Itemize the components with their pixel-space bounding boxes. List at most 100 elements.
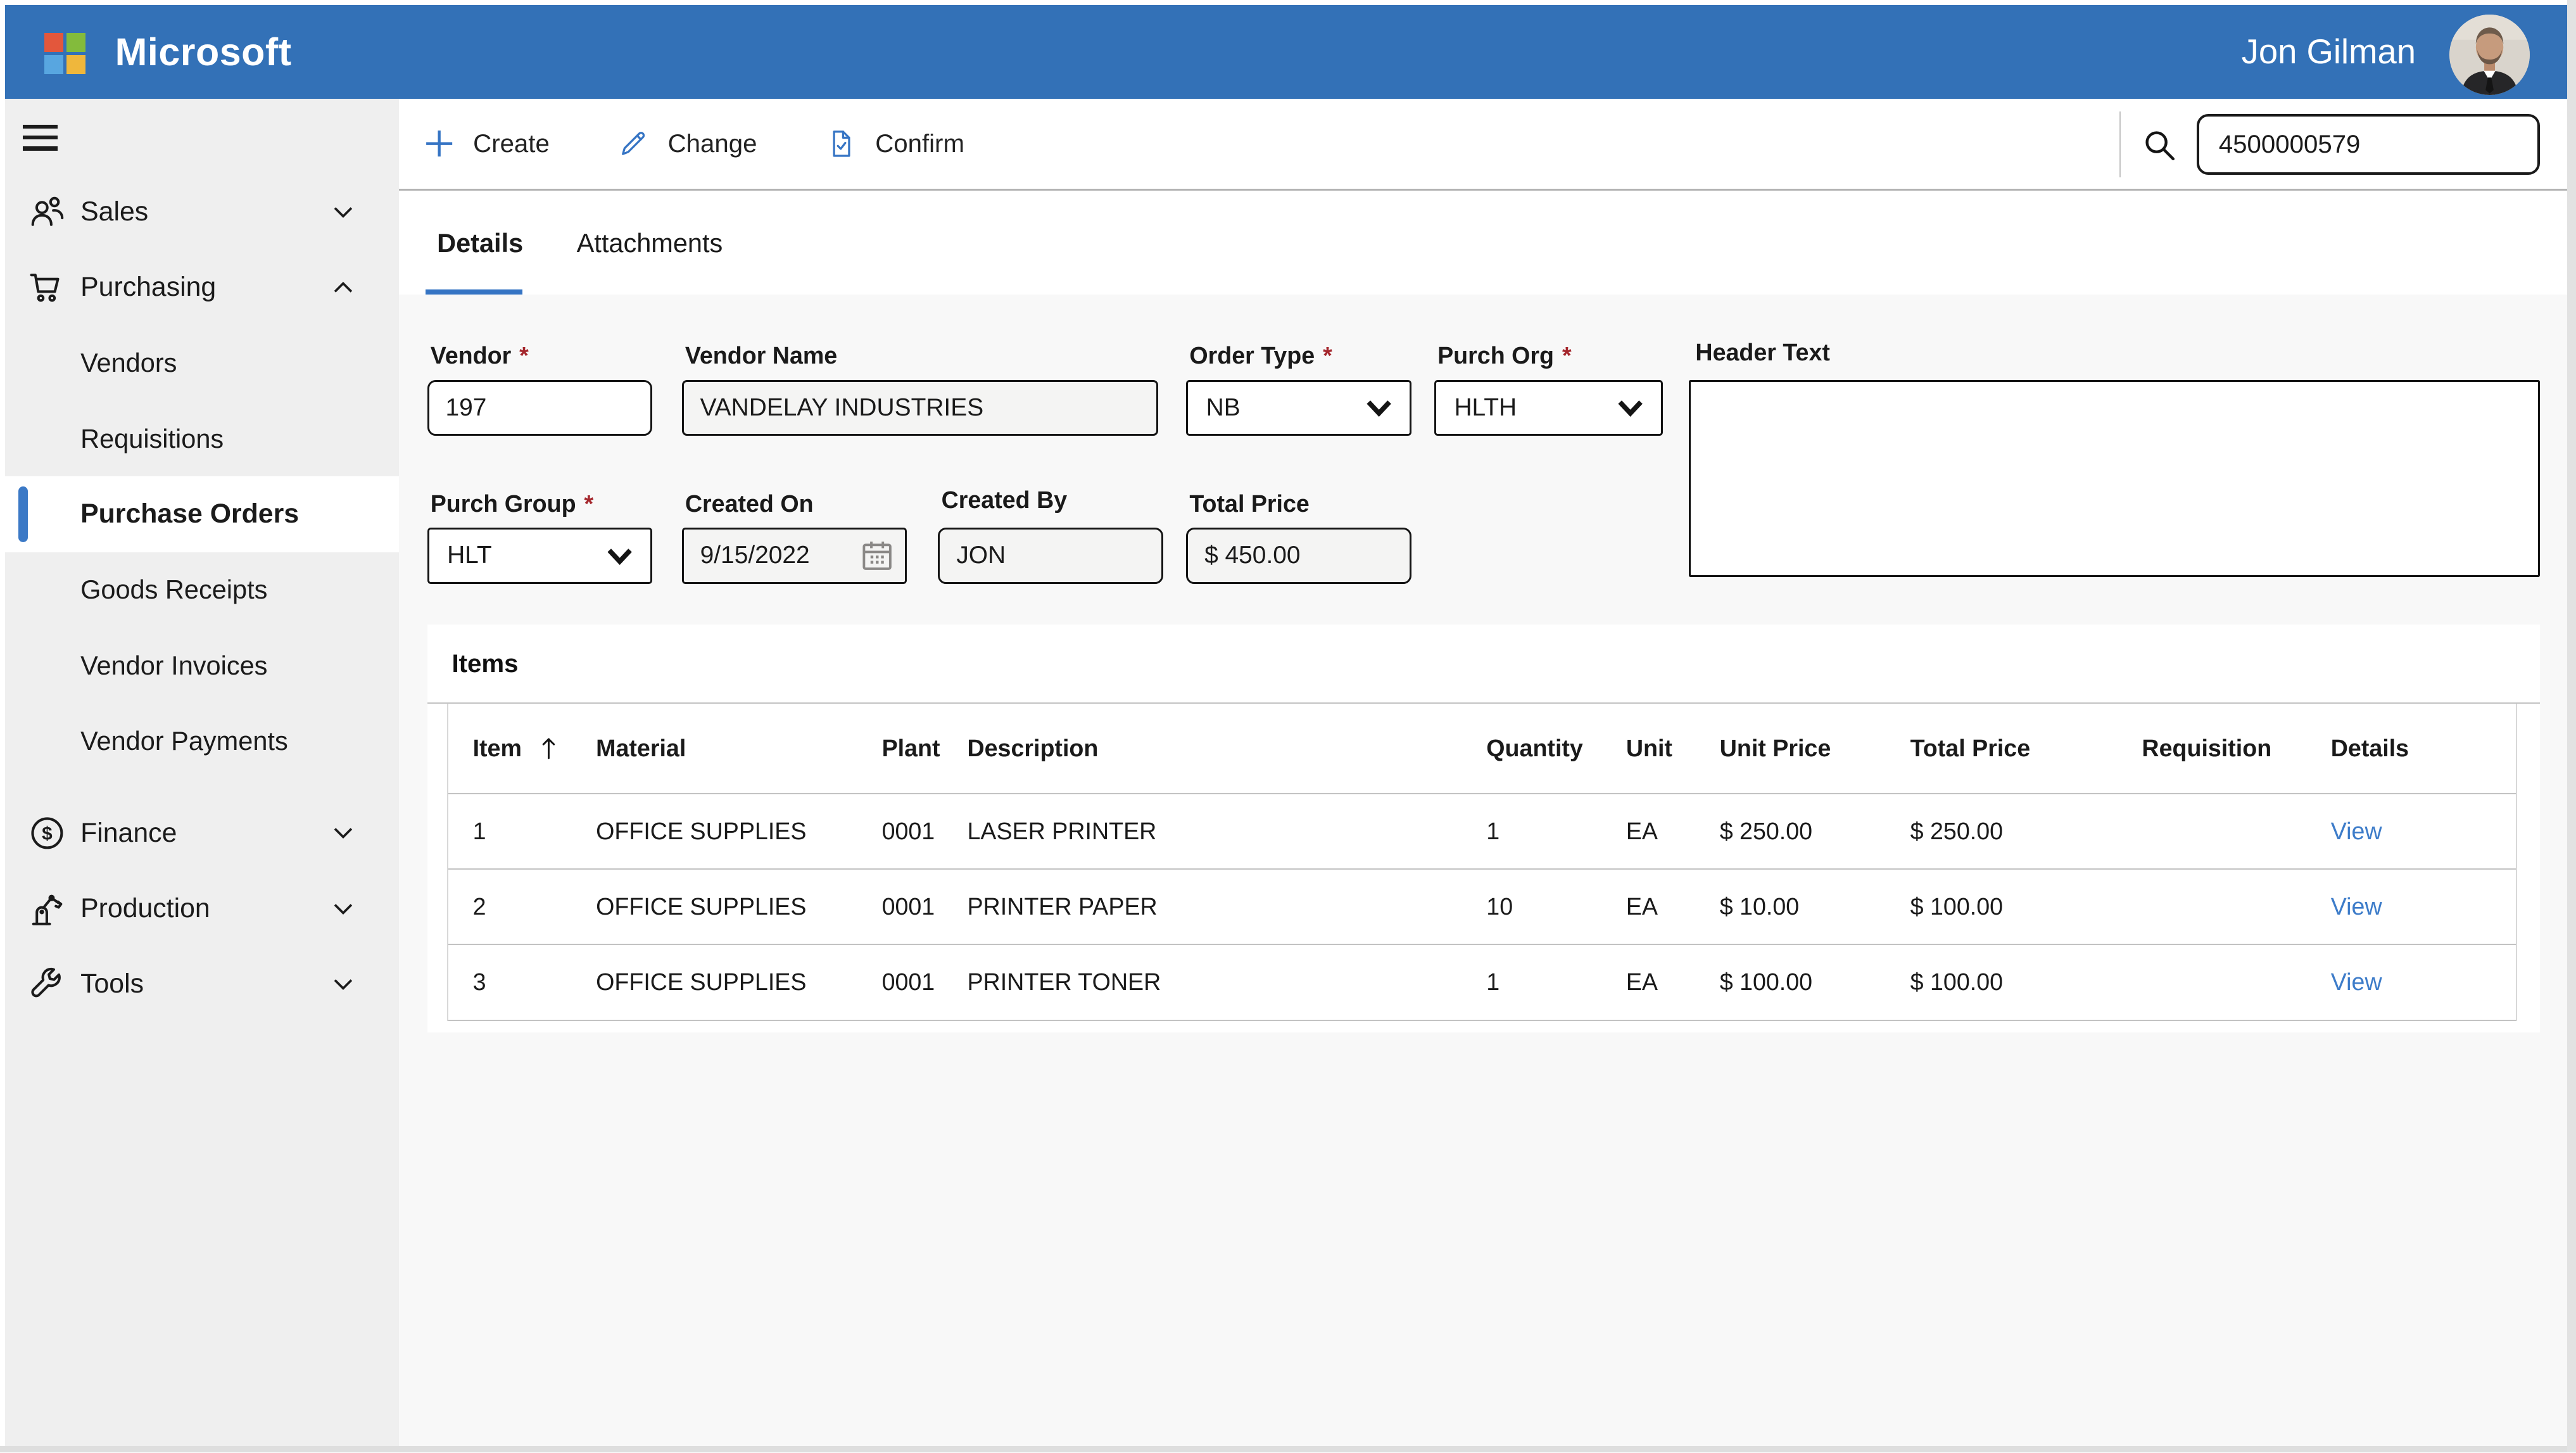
cell-plant: 0001: [882, 968, 968, 996]
selected-indicator: [18, 486, 28, 542]
chevron-down-icon: [327, 196, 360, 229]
cell-material: OFFICE SUPPLIES: [596, 968, 881, 996]
sidebar-item-label: Purchase Orders: [80, 498, 299, 530]
chevron-up-icon: [327, 271, 360, 304]
table-row: 1 OFFICE SUPPLIES 0001 LASER PRINTER 1 E…: [448, 794, 2516, 870]
confirm-button[interactable]: Confirm: [824, 127, 964, 160]
sidebar-item-purchasing[interactable]: Purchasing: [5, 250, 400, 325]
logo-square-green: [66, 33, 85, 52]
brand-title: Microsoft: [115, 5, 292, 99]
column-header-description[interactable]: Description: [967, 735, 1486, 762]
view-details-link[interactable]: View: [2331, 818, 2518, 845]
required-marker: *: [1562, 342, 1572, 369]
search-icon[interactable]: [2141, 127, 2177, 163]
purch-org-select[interactable]: HLTH: [1434, 380, 1663, 436]
required-marker: *: [519, 342, 529, 369]
create-button-label: Create: [473, 129, 550, 158]
view-details-link[interactable]: View: [2331, 893, 2518, 920]
sidebar-item-goods-receipts[interactable]: Goods Receipts: [5, 552, 400, 628]
items-card-header: Items: [427, 625, 2540, 704]
sidebar-item-vendor-invoices[interactable]: Vendor Invoices: [5, 628, 400, 703]
column-header-unit[interactable]: Unit: [1626, 735, 1720, 762]
sidebar-item-vendors[interactable]: Vendors: [5, 326, 400, 401]
table-row: 2 OFFICE SUPPLIES 0001 PRINTER PAPER 10 …: [448, 870, 2516, 945]
sidebar-item-label: Vendor Invoices: [80, 650, 267, 681]
document-check-icon: [824, 127, 857, 160]
column-header-total-price[interactable]: Total Price: [1910, 735, 2142, 762]
avatar[interactable]: [2449, 15, 2530, 95]
chevron-down-icon: [327, 816, 360, 849]
sidebar-item-label: Tools: [80, 968, 144, 999]
sidebar-item-production[interactable]: Production: [5, 871, 400, 946]
change-button[interactable]: Change: [617, 127, 757, 160]
items-card: Items Item Material Plant Description: [427, 625, 2540, 1032]
required-marker: *: [1323, 342, 1332, 369]
app-window: Microsoft Jon Gilman: [0, 0, 2576, 1452]
column-header-item[interactable]: Item: [448, 734, 596, 762]
sidebar-item-purchase-orders[interactable]: Purchase Orders: [5, 476, 400, 552]
search-input[interactable]: [2197, 114, 2540, 175]
cell-quantity: 1: [1486, 818, 1626, 845]
logo-square-yellow: [66, 55, 85, 74]
chevron-down-icon: [1363, 392, 1394, 423]
plus-icon: [424, 128, 455, 159]
cell-unit: EA: [1626, 818, 1720, 845]
confirm-button-label: Confirm: [875, 129, 964, 158]
cell-item: 2: [448, 893, 596, 920]
tab-attachments[interactable]: Attachments: [577, 191, 723, 289]
cell-unit-price: $ 10.00: [1720, 893, 1910, 920]
tab-details[interactable]: Details: [426, 191, 534, 289]
tab-label: Details: [437, 228, 523, 258]
column-header-details[interactable]: Details: [2331, 735, 2518, 762]
user-name: Jon Gilman: [2242, 5, 2416, 99]
create-button[interactable]: Create: [424, 128, 549, 159]
sidebar-item-label: Sales: [80, 196, 148, 227]
sidebar-item-label: Purchasing: [80, 272, 216, 303]
cell-unit-price: $ 250.00: [1720, 818, 1910, 845]
header-text-field[interactable]: [1689, 380, 2540, 577]
column-header-material[interactable]: Material: [596, 735, 881, 762]
sort-ascending-icon: [536, 734, 561, 762]
vendor-label: Vendor*: [431, 342, 529, 369]
table-header-row: Item Material Plant Description Quantity…: [448, 704, 2516, 794]
items-table: Item Material Plant Description Quantity…: [447, 704, 2517, 1021]
created-by-label: Created By: [942, 486, 1068, 514]
column-header-plant[interactable]: Plant: [882, 735, 968, 762]
table-row: 3 OFFICE SUPPLIES 0001 PRINTER TONER 1 E…: [448, 945, 2516, 1020]
main-area: Create Change Confirm: [399, 99, 2567, 1446]
cell-material: OFFICE SUPPLIES: [596, 893, 881, 920]
purch-group-select[interactable]: HLT: [427, 528, 652, 583]
total-price-label: Total Price: [1189, 490, 1310, 517]
sidebar-item-tools[interactable]: Tools: [5, 946, 400, 1022]
cell-total-price: $ 100.00: [1910, 893, 2142, 920]
cell-description: PRINTER PAPER: [967, 893, 1486, 920]
order-type-select[interactable]: NB: [1186, 380, 1411, 436]
change-button-label: Change: [668, 129, 757, 158]
sidebar-item-vendor-payments[interactable]: Vendor Payments: [5, 703, 400, 778]
total-price-field: $ 450.00: [1186, 528, 1411, 583]
app-header: Microsoft Jon Gilman: [5, 5, 2567, 99]
sidebar-item-label: Finance: [80, 818, 177, 849]
sidebar-item-requisitions[interactable]: Requisitions: [5, 401, 400, 476]
hamburger-menu-icon[interactable]: [23, 125, 57, 153]
pencil-icon: [617, 127, 650, 160]
cell-unit: EA: [1626, 893, 1720, 920]
column-header-unit-price[interactable]: Unit Price: [1720, 735, 1910, 762]
cell-total-price: $ 100.00: [1910, 968, 2142, 996]
view-details-link[interactable]: View: [2331, 968, 2518, 996]
cell-description: PRINTER TONER: [967, 968, 1486, 996]
column-header-requisition[interactable]: Requisition: [2142, 735, 2330, 762]
cell-unit: EA: [1626, 968, 1720, 996]
sidebar-item-label: Goods Receipts: [80, 574, 267, 605]
sidebar-item-finance[interactable]: $ Finance: [5, 796, 400, 871]
horizontal-scrollbar-track[interactable]: [0, 1446, 2567, 1452]
robot-arm-icon: [27, 888, 68, 929]
wrench-icon: [27, 963, 68, 1005]
sidebar-item-label: Vendor Payments: [80, 726, 288, 756]
column-header-quantity[interactable]: Quantity: [1486, 735, 1626, 762]
vertical-scrollbar-track[interactable]: [2567, 0, 2576, 1452]
vendor-field[interactable]: [427, 380, 652, 436]
items-title: Items: [451, 649, 518, 678]
sidebar-item-sales[interactable]: Sales: [5, 174, 400, 250]
created-by-field: JON: [938, 528, 1163, 583]
